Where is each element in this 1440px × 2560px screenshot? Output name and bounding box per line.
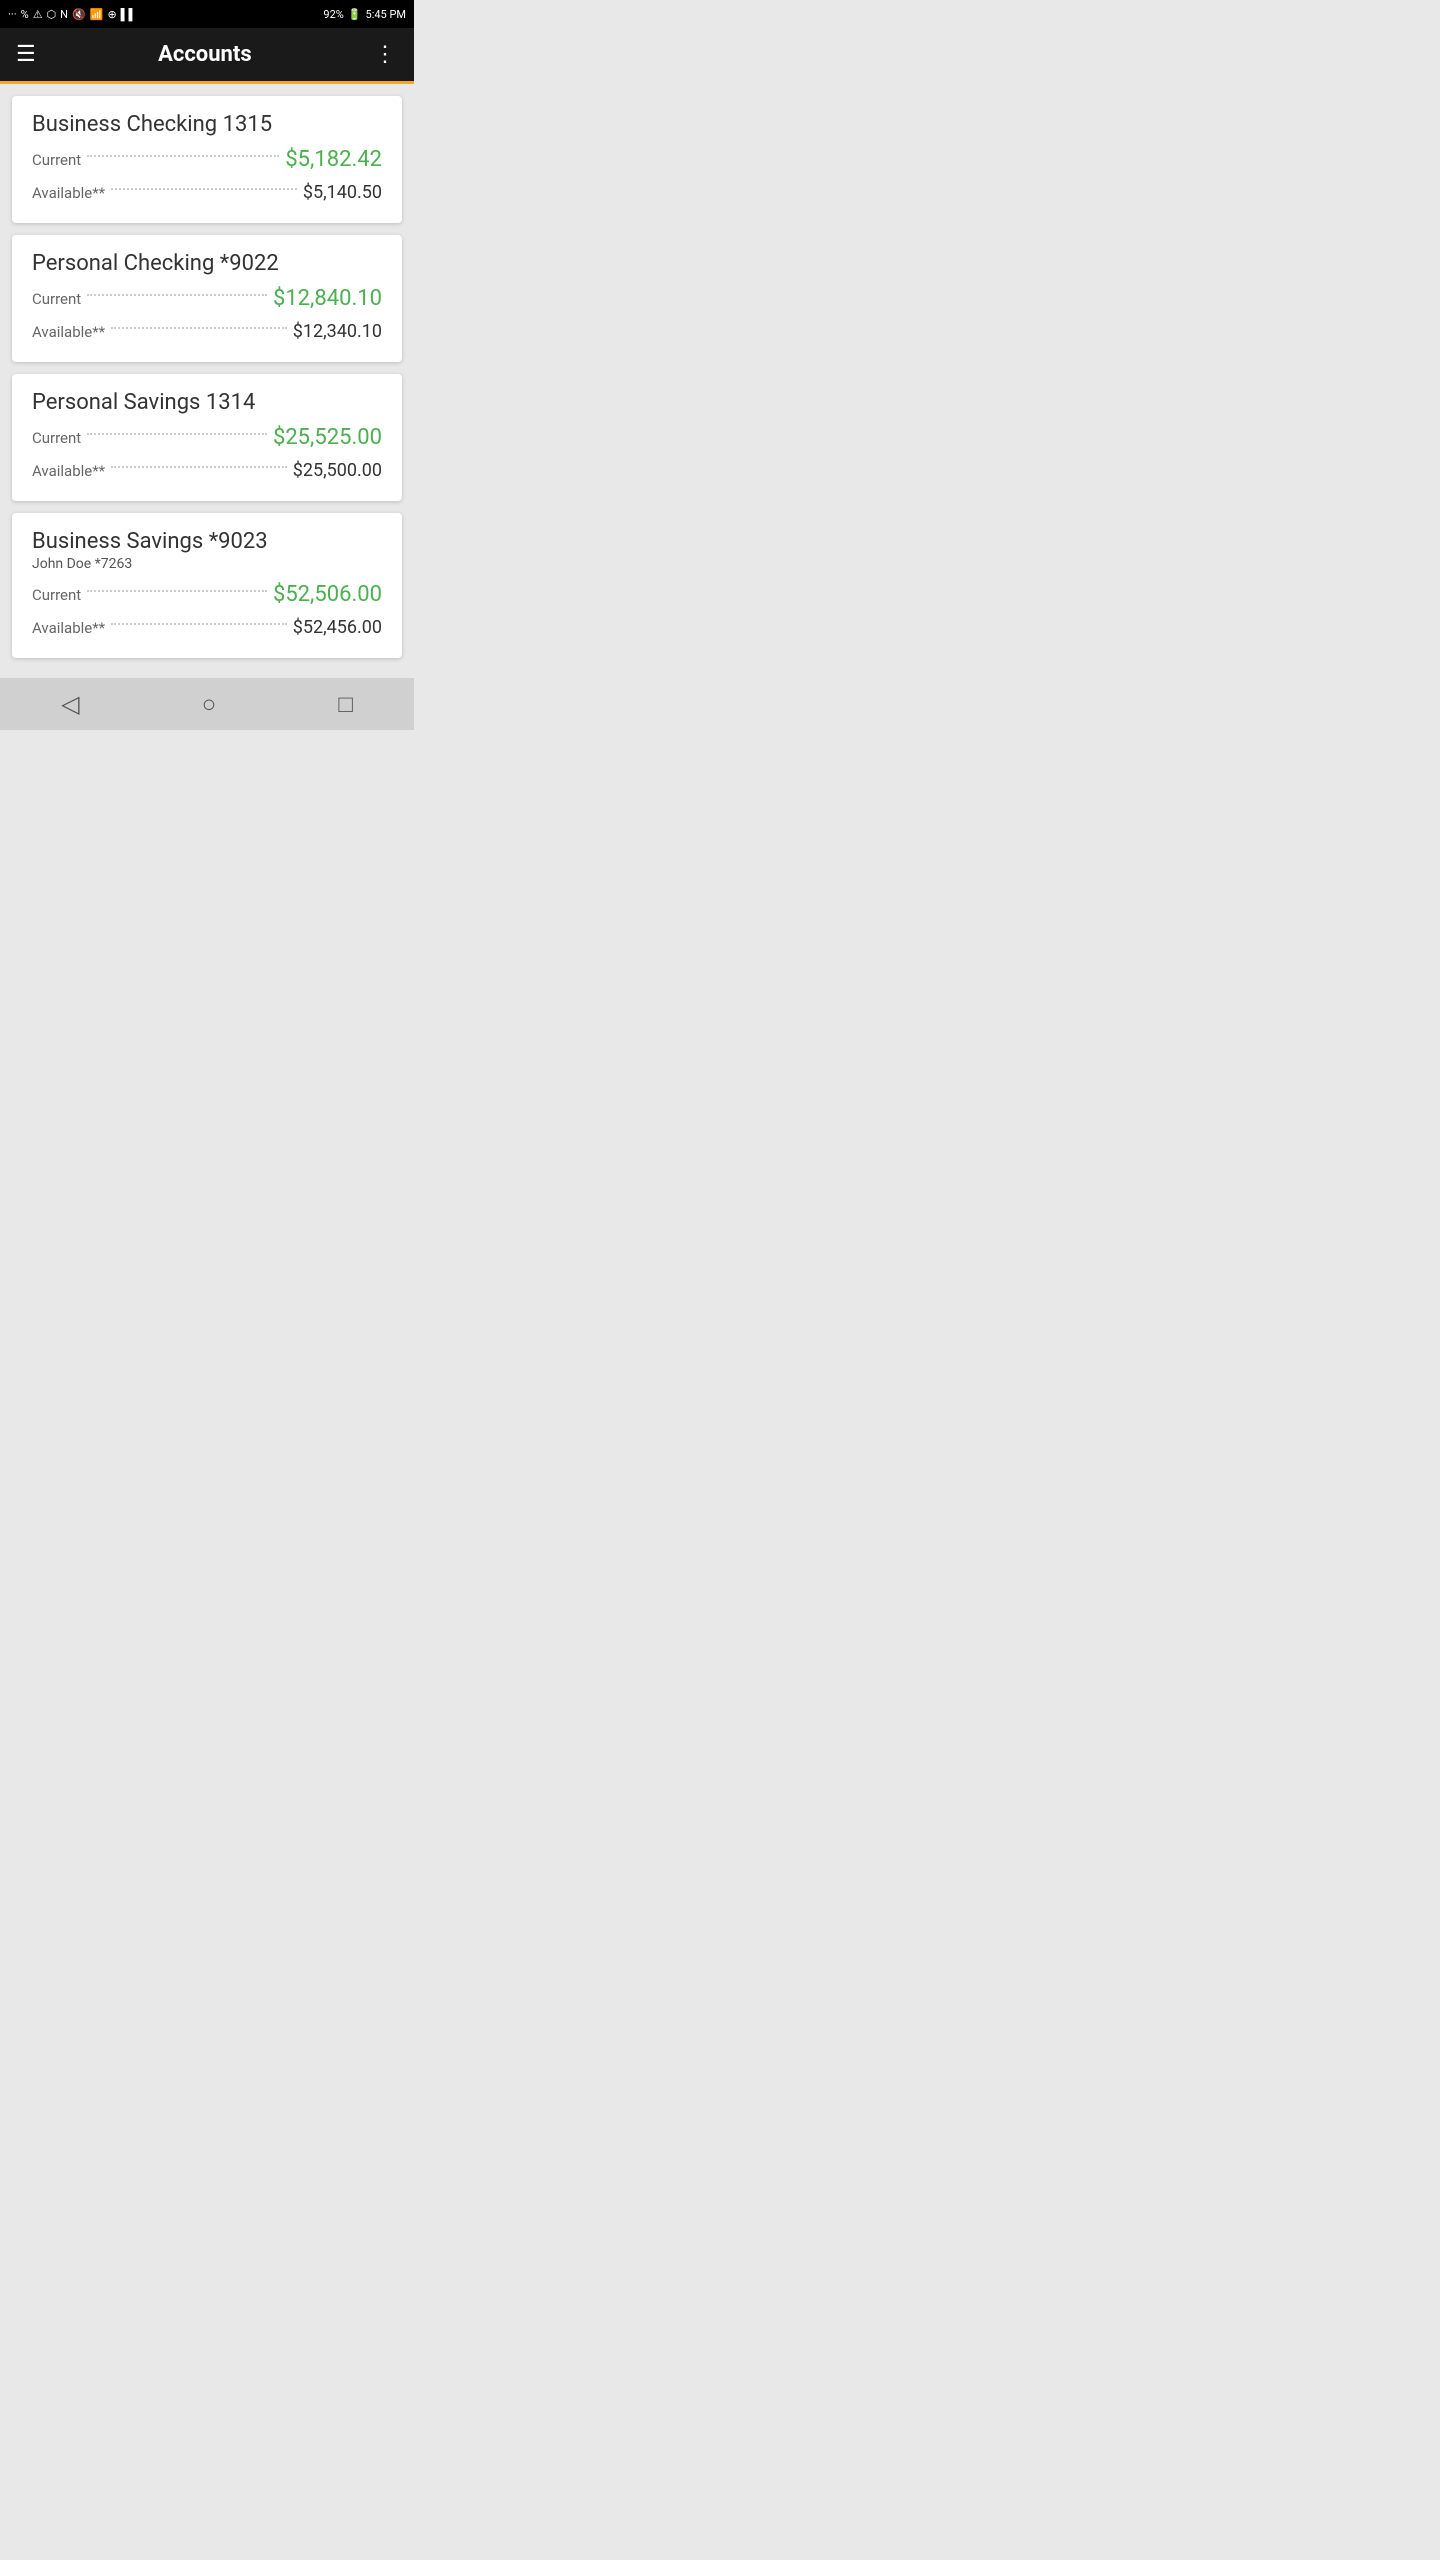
current-amount-2: $25,525.00 — [273, 425, 382, 450]
dots-0a — [87, 155, 279, 157]
current-amount-3: $52,506.00 — [273, 582, 382, 607]
more-options-icon[interactable]: ⋮ — [374, 42, 398, 67]
bluetooth-icon: ⬡ — [47, 8, 57, 21]
menu-icon[interactable]: ☰ — [16, 44, 36, 66]
current-balance-row-2: Current $25,525.00 — [32, 425, 382, 450]
account-card-2[interactable]: Personal Savings 1314 Current $25,525.00… — [12, 374, 402, 501]
accounts-list: Business Checking 1315 Current $5,182.42… — [0, 84, 414, 670]
available-amount-0: $5,140.50 — [303, 182, 382, 203]
available-label-0: Available** — [32, 184, 105, 202]
nfc-icon: N — [60, 8, 68, 21]
available-amount-3: $52,456.00 — [293, 617, 382, 638]
silent-icon: 🔇 — [72, 8, 86, 21]
available-label-1: Available** — [32, 323, 105, 341]
available-balance-row-1: Available** $12,340.10 — [32, 321, 382, 342]
available-label-2: Available** — [32, 462, 105, 480]
account-name-0: Business Checking 1315 — [32, 112, 382, 137]
account-card-3[interactable]: Business Savings *9023 John Doe *7263 Cu… — [12, 513, 402, 658]
available-amount-2: $25,500.00 — [293, 460, 382, 481]
available-balance-row-0: Available** $5,140.50 — [32, 182, 382, 203]
dots-3a — [87, 590, 267, 592]
account-name-2: Personal Savings 1314 — [32, 390, 382, 415]
percent-icon: % — [21, 8, 29, 21]
account-card-0[interactable]: Business Checking 1315 Current $5,182.42… — [12, 96, 402, 223]
dots-0b — [111, 188, 297, 190]
current-balance-row-0: Current $5,182.42 — [32, 147, 382, 172]
available-label-3: Available** — [32, 619, 105, 637]
available-balance-row-2: Available** $25,500.00 — [32, 460, 382, 481]
current-amount-0: $5,182.42 — [285, 147, 382, 172]
dots-2a — [87, 433, 267, 435]
current-balance-row-1: Current $12,840.10 — [32, 286, 382, 311]
status-right: 92% 🔋 5:45 PM — [323, 8, 406, 21]
dots-3b — [111, 623, 287, 625]
available-amount-1: $12,340.10 — [293, 321, 382, 342]
current-balance-row-3: Current $52,506.00 — [32, 582, 382, 607]
battery-icon: 🔋 — [348, 8, 362, 21]
back-button[interactable]: ◁ — [37, 682, 103, 726]
account-sub-3: John Doe *7263 — [32, 556, 382, 572]
recents-button[interactable]: □ — [314, 682, 377, 727]
status-bar: ··· % ⚠ ⬡ N 🔇 📶 ⊕ ▌▌ 92% 🔋 5:45 PM — [0, 0, 414, 28]
signal-icon: ▌▌ — [121, 8, 137, 21]
dots-2b — [111, 466, 287, 468]
home-button[interactable]: ○ — [178, 682, 241, 727]
account-card-1[interactable]: Personal Checking *9022 Current $12,840.… — [12, 235, 402, 362]
page-title: Accounts — [158, 42, 252, 67]
current-label-1: Current — [32, 290, 81, 308]
dots-1a — [87, 294, 267, 296]
current-amount-1: $12,840.10 — [273, 286, 382, 311]
account-name-1: Personal Checking *9022 — [32, 251, 382, 276]
bottom-nav: ◁ ○ □ — [0, 678, 414, 730]
current-label-2: Current — [32, 429, 81, 447]
wifi-icon: 📶 — [90, 8, 104, 21]
current-label-0: Current — [32, 151, 81, 169]
dots-1b — [111, 327, 287, 329]
sync-icon: ⊕ — [107, 8, 116, 21]
battery-percent: 92% — [323, 8, 343, 21]
account-name-3: Business Savings *9023 — [32, 529, 382, 554]
status-left: ··· % ⚠ ⬡ N 🔇 📶 ⊕ ▌▌ — [8, 8, 136, 21]
current-label-3: Current — [32, 586, 81, 604]
toolbar: ☰ Accounts ⋮ — [0, 28, 414, 84]
available-balance-row-3: Available** $52,456.00 — [32, 617, 382, 638]
warning-icon: ⚠ — [33, 8, 43, 21]
notification-icon: ··· — [8, 8, 17, 21]
clock: 5:45 PM — [366, 8, 406, 21]
